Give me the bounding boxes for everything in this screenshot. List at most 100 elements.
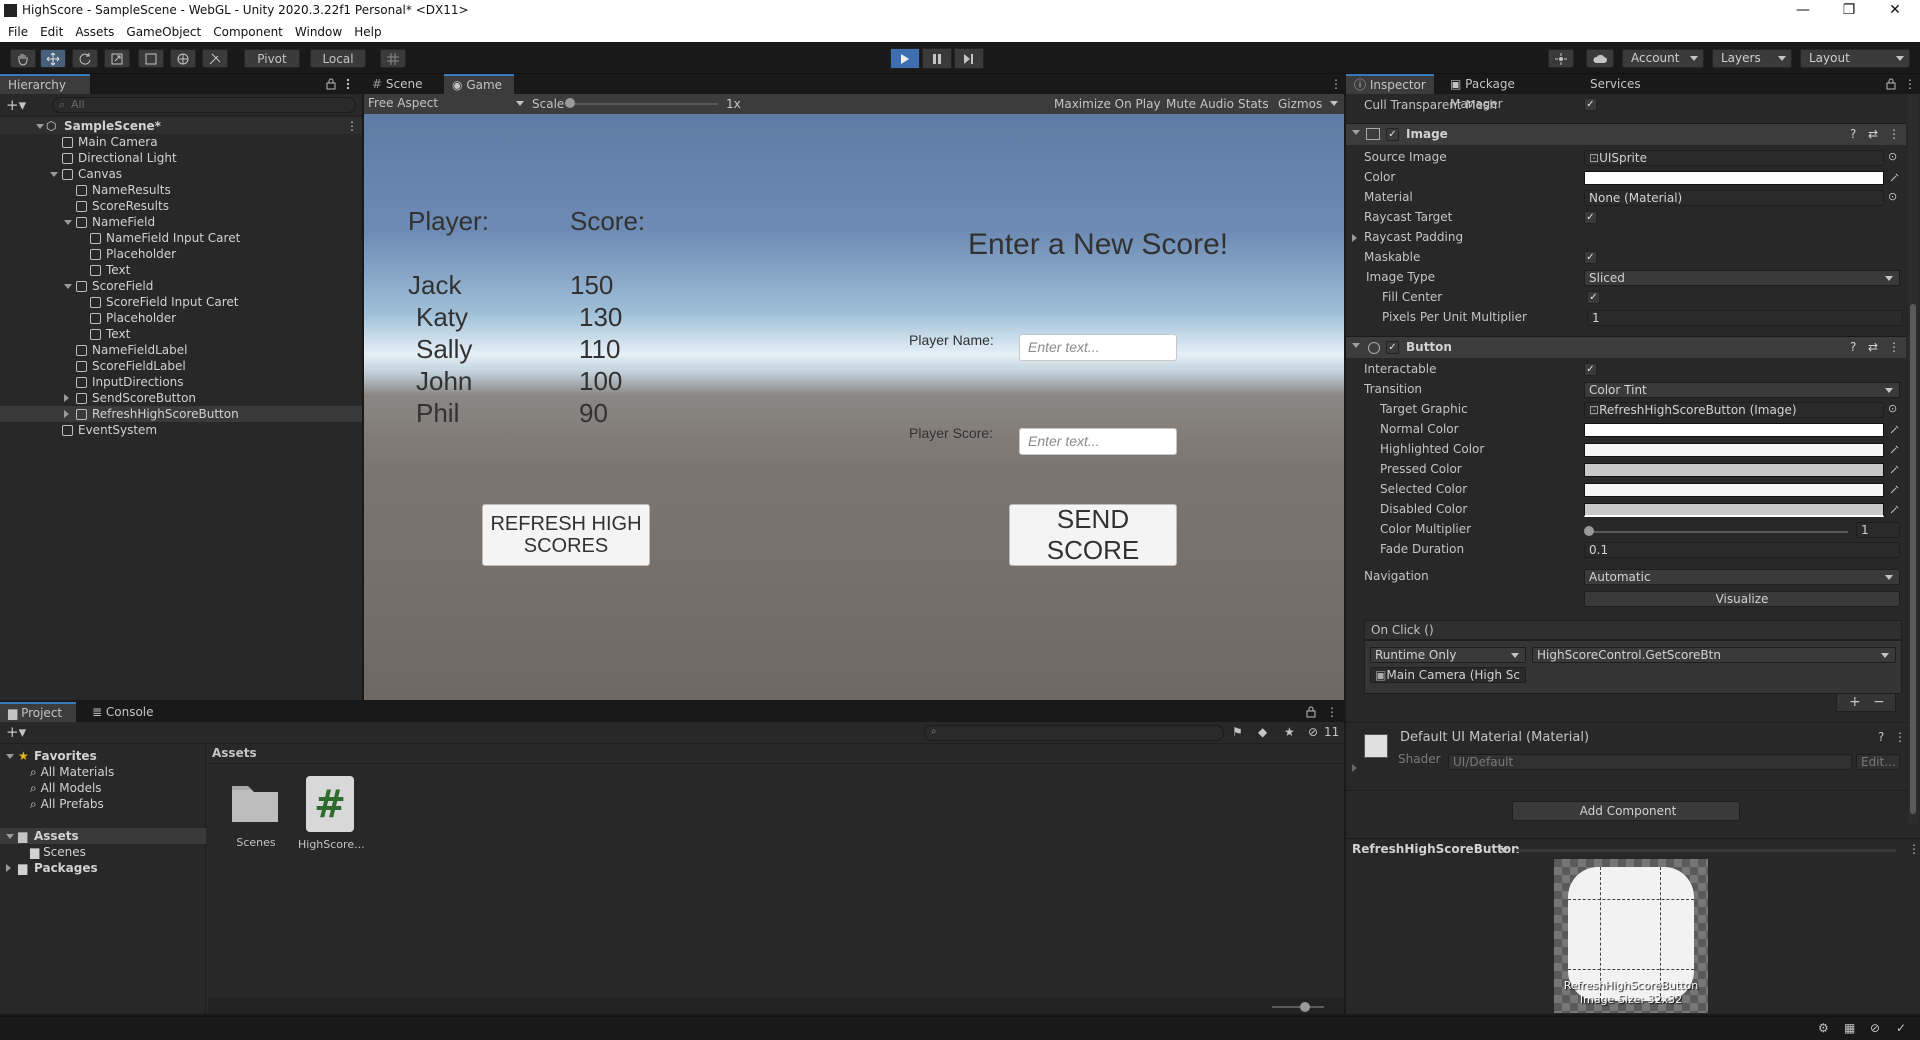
menu-gameobject[interactable]: GameObject — [126, 25, 201, 39]
raycast-target-checkbox[interactable]: ✓ — [1584, 211, 1597, 224]
image-component-header[interactable]: ✓ Image ? ⇄ ⋮ — [1346, 123, 1906, 145]
checkmark-icon[interactable]: ✓ — [1896, 1021, 1906, 1035]
normal-color-swatch[interactable] — [1584, 423, 1884, 437]
asset-scenes-folder[interactable]: Scenes — [226, 780, 286, 860]
send-score-button[interactable]: SEND SCORE — [1009, 504, 1177, 566]
add-icon[interactable]: + — [1849, 694, 1861, 710]
hierarchy-item-samplescene[interactable]: ⬡ SampleScene* ⋮ — [0, 118, 362, 134]
disabled-color-swatch[interactable] — [1584, 503, 1884, 517]
game-view[interactable]: Player: Score: Jack Katy Sally John Phil… — [364, 114, 1344, 700]
favorite-star-icon[interactable]: ★ — [1284, 725, 1295, 739]
scale-tool-button[interactable] — [104, 49, 130, 68]
hierarchy-item-placeholder[interactable]: Placeholder — [0, 246, 362, 262]
hierarchy-item-scorefield[interactable]: ScoreField — [0, 278, 362, 294]
eyedropper-icon[interactable] — [1890, 464, 1900, 474]
image-type-dropdown[interactable]: Sliced — [1584, 270, 1900, 286]
fill-center-checkbox[interactable]: ✓ — [1587, 291, 1600, 304]
favorites-item[interactable]: ★ Favorites — [0, 748, 206, 764]
eyedropper-icon[interactable] — [1890, 172, 1900, 182]
menu-window[interactable]: Window — [295, 25, 342, 39]
kebab-menu-icon[interactable] — [346, 78, 350, 90]
icon-size-slider[interactable] — [1272, 1006, 1324, 1008]
cull-transparent-checkbox[interactable]: ✓ — [1584, 98, 1597, 111]
hand-tool-button[interactable] — [10, 49, 36, 68]
onclick-runtime-dropdown[interactable]: Runtime Only — [1370, 647, 1526, 663]
hierarchy-item-text[interactable]: Text — [0, 326, 362, 342]
visualize-button[interactable]: Visualize — [1584, 591, 1900, 607]
player-name-input[interactable]: Enter text... — [1019, 334, 1177, 361]
kebab-menu-icon[interactable]: ⋮ — [346, 118, 358, 134]
fold-arrow-icon[interactable] — [1352, 130, 1360, 135]
play-button[interactable] — [890, 48, 920, 69]
cache-server-icon[interactable]: ⊘ — [1870, 1021, 1880, 1035]
hierarchy-item-eventsystem[interactable]: EventSystem — [0, 422, 362, 438]
hierarchy-item-scorefield-caret[interactable]: ScoreField Input Caret — [0, 294, 362, 310]
hierarchy-search-input[interactable]: ⌕ All — [52, 97, 356, 113]
hierarchy-item-directional-light[interactable]: Directional Light — [0, 150, 362, 166]
material-field[interactable]: None (Material) — [1584, 190, 1884, 206]
chevron-down-icon[interactable] — [1500, 848, 1508, 853]
mute-audio-toggle[interactable]: Mute Audio — [1166, 97, 1234, 111]
step-button[interactable] — [954, 48, 984, 69]
color-multiplier-slider[interactable] — [1588, 531, 1848, 533]
kebab-menu-icon[interactable]: ⋮ — [1888, 124, 1900, 145]
fold-arrow-icon[interactable] — [1352, 343, 1360, 348]
tab-hierarchy[interactable]: Hierarchy — [0, 74, 90, 94]
presets-icon[interactable]: ⇄ — [1868, 124, 1878, 145]
gizmos-toggle[interactable]: Gizmos — [1278, 97, 1322, 111]
interactable-checkbox[interactable]: ✓ — [1584, 363, 1597, 376]
hierarchy-item-inputdirections[interactable]: InputDirections — [0, 374, 362, 390]
inspector-scrollbar-thumb[interactable] — [1910, 304, 1916, 814]
eyedropper-icon[interactable] — [1890, 444, 1900, 454]
lock-icon[interactable] — [326, 78, 336, 90]
hidden-packages-icon[interactable]: ⊘ — [1308, 725, 1318, 739]
eyedropper-icon[interactable] — [1890, 504, 1900, 514]
button-enabled-checkbox[interactable]: ✓ — [1386, 341, 1399, 354]
maskable-checkbox[interactable]: ✓ — [1584, 251, 1597, 264]
fold-arrow-icon[interactable] — [6, 864, 11, 872]
highlighted-color-swatch[interactable] — [1584, 443, 1884, 457]
favorite-all-materials[interactable]: ⌕ All Materials — [30, 764, 114, 780]
cloud-button[interactable] — [1586, 49, 1614, 68]
layers-dropdown[interactable]: Layers — [1712, 49, 1792, 68]
kebab-menu-icon[interactable]: ⋮ — [1326, 705, 1338, 719]
local-toggle[interactable]: Local — [310, 49, 366, 68]
assets-folder-item[interactable]: ▆ Assets — [0, 828, 206, 844]
project-search-input[interactable]: ⌕ — [924, 725, 1224, 741]
progress-icon[interactable]: ▦ — [1844, 1021, 1855, 1035]
presets-icon[interactable]: ⇄ — [1868, 337, 1878, 358]
add-component-button[interactable]: Add Component — [1512, 801, 1740, 821]
rotate-tool-button[interactable] — [72, 49, 98, 68]
color-swatch[interactable] — [1584, 171, 1884, 185]
fold-arrow-icon[interactable] — [1352, 764, 1357, 772]
aspect-dropdown[interactable]: Free Aspect — [368, 96, 526, 112]
filter-by-label-icon[interactable]: ◆ — [1258, 725, 1267, 739]
preview-title[interactable]: RefreshHighScoreButton — [1352, 842, 1520, 856]
help-icon[interactable]: ? — [1878, 730, 1884, 744]
onclick-object-field[interactable]: ▣Main Camera (High Sc — [1370, 667, 1526, 683]
asset-highscore-script[interactable]: # HighScore... — [298, 776, 365, 860]
onclick-function-dropdown[interactable]: HighScoreControl.GetScoreBtn — [1532, 647, 1896, 663]
hierarchy-item-scorefieldlabel[interactable]: ScoreFieldLabel — [0, 358, 362, 374]
hierarchy-item-nameresults[interactable]: NameResults — [0, 182, 362, 198]
debug-icon[interactable]: ⚙ — [1818, 1021, 1829, 1035]
image-enabled-checkbox[interactable]: ✓ — [1386, 128, 1399, 141]
object-picker-icon[interactable]: ⊙ — [1888, 190, 1897, 203]
collab-button[interactable] — [1548, 49, 1574, 68]
scale-slider-handle[interactable] — [565, 98, 575, 108]
hierarchy-item-sendscorebutton[interactable]: SendScoreButton — [0, 390, 362, 406]
kebab-menu-icon[interactable]: ⋮ — [1904, 77, 1916, 91]
close-button[interactable]: ✕ — [1872, 0, 1918, 22]
hierarchy-item-namefieldlabel[interactable]: NameFieldLabel — [0, 342, 362, 358]
minimize-button[interactable]: — — [1780, 0, 1826, 22]
menu-component[interactable]: Component — [213, 25, 283, 39]
fade-duration-input[interactable]: 0.1 — [1584, 542, 1900, 558]
stats-toggle[interactable]: Stats — [1238, 97, 1269, 111]
transform-tool-button[interactable] — [170, 49, 196, 68]
custom-tool-button[interactable] — [202, 49, 228, 68]
hierarchy-item-scoreresults[interactable]: ScoreResults — [0, 198, 362, 214]
kebab-menu-icon[interactable]: ⋮ — [1888, 337, 1900, 358]
source-image-field[interactable]: ⊡UISprite — [1584, 150, 1884, 166]
rect-tool-button[interactable] — [138, 49, 164, 68]
remove-icon[interactable]: − — [1873, 694, 1885, 710]
